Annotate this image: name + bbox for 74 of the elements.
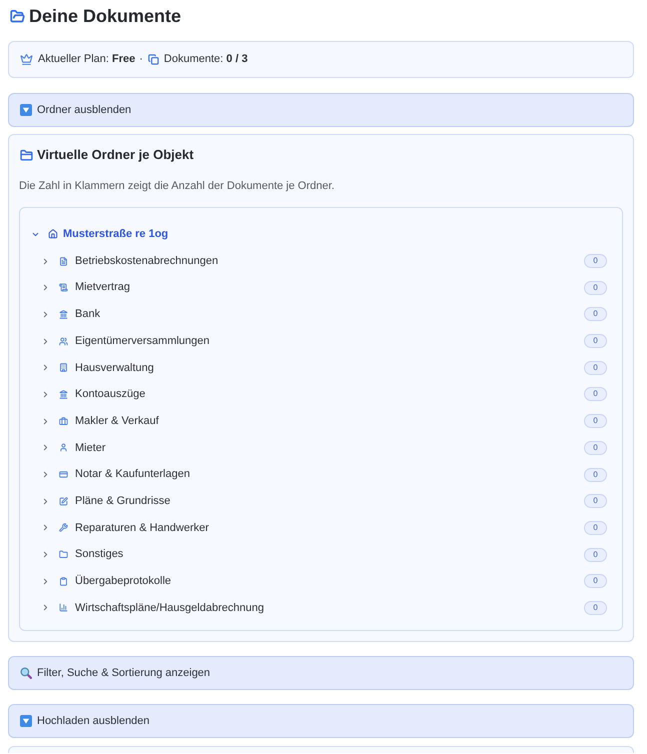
count-badge: 0 [584,494,607,508]
person-icon [59,443,68,452]
property-label[interactable]: Musterstraße re 1og [63,226,168,243]
folder-label[interactable]: Mietvertrag [75,279,130,296]
count-badge: 0 [584,334,607,348]
wrench-icon [59,523,68,532]
chevron-right-icon[interactable] [41,363,50,372]
folder-icon [20,148,33,162]
chevron-right-icon[interactable] [41,443,50,452]
bank-icon [59,390,68,399]
collapse-icon [20,104,32,116]
folder-label[interactable]: Pläne & Grundrisse [75,492,170,510]
folder-label[interactable]: Sonstiges [75,546,124,563]
crown-icon [20,53,33,66]
chevron-right-icon[interactable] [41,523,50,532]
chevron-right-icon[interactable] [41,310,50,319]
panel-title: Virtuelle Ordner je Objekt [37,146,194,164]
bank-icon [59,310,68,319]
folder-label[interactable]: Betriebskostenabrechnungen [75,252,218,270]
folder-label[interactable]: Übergabeprotokolle [75,573,172,590]
edit-icon [59,496,68,506]
count-badge: 0 [584,440,607,455]
filter-button[interactable]: Filter, Suche & Sortierung anzeigen [8,656,634,690]
hide-folders-button[interactable]: Ordner ausblenden [8,93,634,127]
bar-chart-icon [59,603,68,612]
building-icon [59,363,68,372]
chevron-right-icon[interactable] [41,496,50,506]
folder-label[interactable]: Wirtschaftspläne/Hausgeldabrechnung [75,600,264,616]
count-badge: 0 [584,600,607,615]
count-badge: 0 [584,360,607,375]
chevron-right-icon[interactable] [41,390,50,399]
chevron-right-icon[interactable] [41,416,50,426]
folder-icon [59,550,68,560]
panel-description: Die Zahl in Klammern zeigt die Anzahl der Dokumente je Ordner. [19,179,336,193]
chevron-right-icon[interactable] [41,470,50,480]
house-icon [48,229,58,240]
clipboard-icon [59,576,68,586]
briefcase-icon [59,416,68,426]
folder-icon [10,8,25,24]
folder-label[interactable]: Reparaturen & Handwerker [75,520,209,536]
count-badge: 0 [584,280,607,295]
chevron-right-icon[interactable] [41,603,50,612]
documents-text: Dokumente: 0 / 3 [164,52,248,68]
collapse-icon [20,715,32,728]
folder-label[interactable]: Makler & Verkauf [75,412,159,430]
separator: · [139,52,143,68]
folder-label[interactable]: Bank [75,306,100,323]
count-badge: 0 [584,520,607,535]
people-icon [59,336,68,346]
folder-label[interactable]: Hausverwaltung [75,360,154,376]
chevron-right-icon[interactable] [41,336,50,346]
count-badge: 0 [584,387,607,402]
plan-text: Aktueller Plan: Free [38,52,136,68]
count-badge: 0 [584,414,607,428]
chevron-right-icon[interactable] [41,256,50,266]
count-badge: 0 [584,468,607,482]
count-badge: 0 [584,307,607,322]
chevron-right-icon[interactable] [41,576,50,586]
card-icon [59,470,68,480]
chevron-right-icon[interactable] [41,283,50,292]
count-badge: 0 [584,574,607,588]
chevron-right-icon[interactable] [41,550,50,560]
copy-icon [148,54,159,65]
count-badge: 0 [584,254,607,268]
hide-upload-button[interactable]: Hochladen ausblenden [8,704,634,738]
search-icon [20,667,32,680]
count-badge: 0 [584,548,607,562]
folder-label[interactable]: Mieter [75,440,106,456]
scroll-icon [59,283,68,292]
page-title: Deine Dokumente [29,4,182,28]
folder-label[interactable]: Notar & Kaufunterlagen [75,466,190,483]
folder-label[interactable]: Eigentümerversammlungen [75,332,210,350]
document-icon [59,256,68,266]
folder-label[interactable]: Kontoauszüge [75,386,146,403]
